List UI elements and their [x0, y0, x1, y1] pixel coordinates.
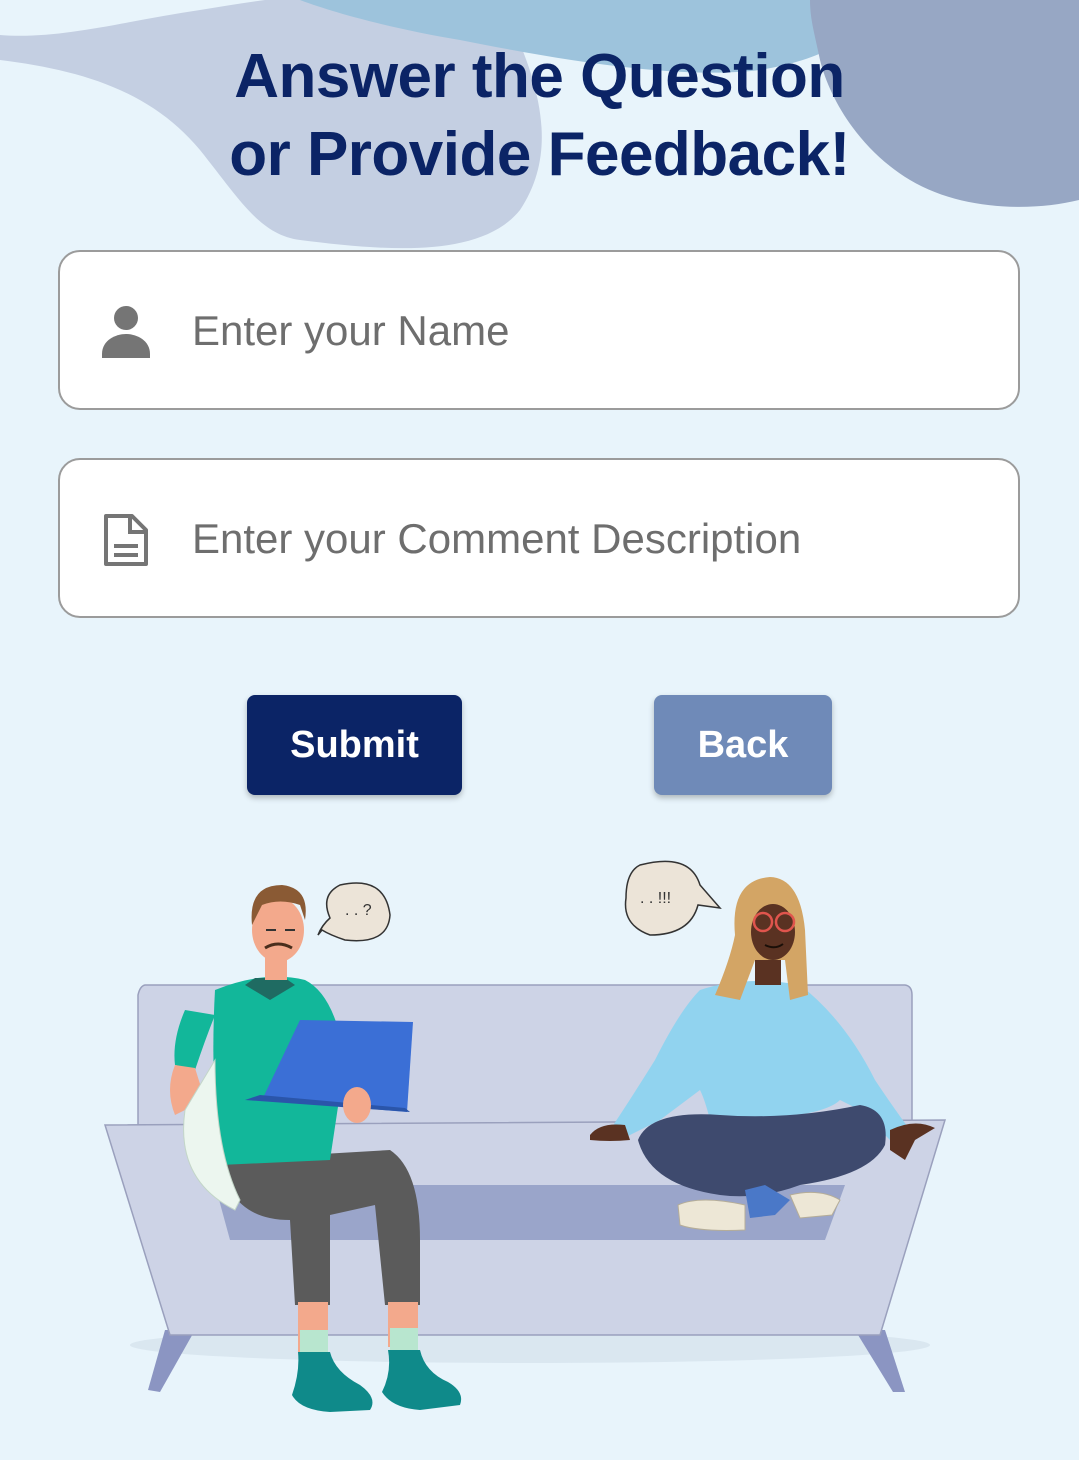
page-title: Answer the Question or Provide Feedback!: [0, 38, 1079, 194]
person-icon: [102, 306, 150, 358]
comment-field[interactable]: [58, 458, 1020, 618]
name-input[interactable]: [192, 292, 992, 370]
back-button[interactable]: Back: [654, 695, 832, 795]
title-line-1: Answer the Question: [234, 42, 845, 111]
comment-input[interactable]: [192, 500, 992, 578]
submit-button[interactable]: Submit: [247, 695, 462, 795]
illustration-people-on-sofa: . . ? . . !!!: [103, 860, 947, 1412]
title-line-2: or Provide Feedback!: [229, 120, 850, 189]
document-icon: [104, 514, 148, 566]
speech-bubble-right-text: . . !!!: [640, 890, 671, 907]
name-field[interactable]: [58, 250, 1020, 410]
speech-bubble-left-text: . . ?: [345, 902, 372, 919]
